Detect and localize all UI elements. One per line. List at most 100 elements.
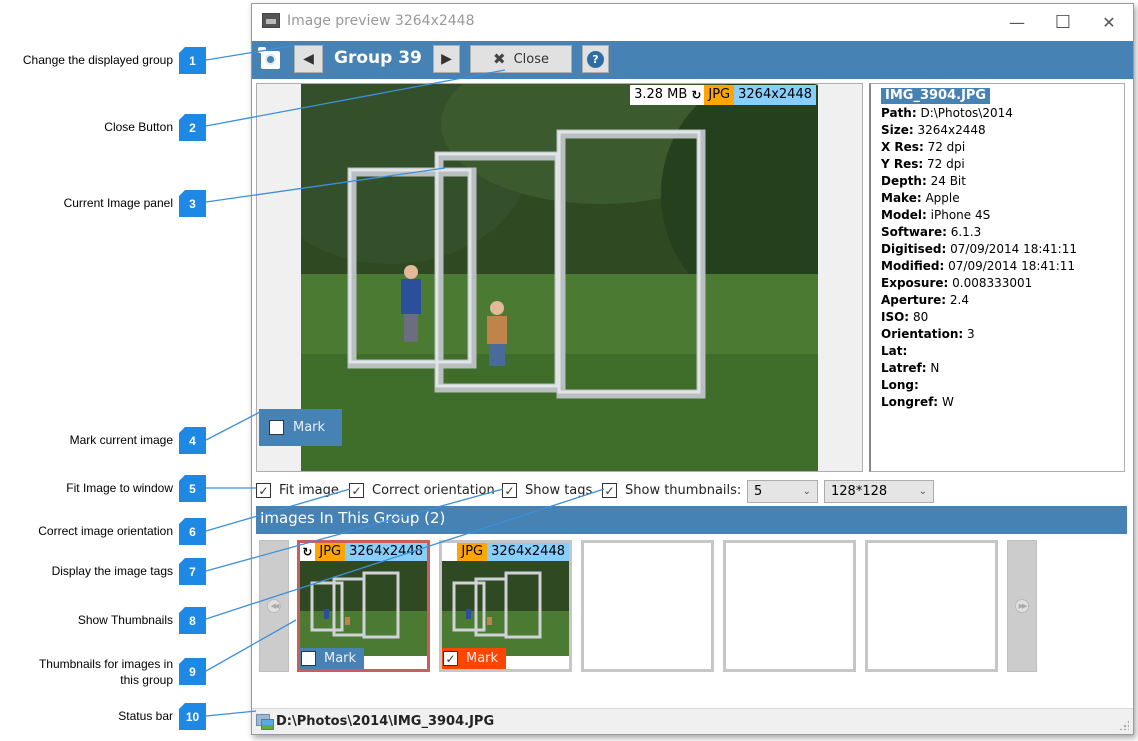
thumbnail-slot-empty (865, 540, 998, 672)
chevron-down-icon: ⌄ (802, 486, 811, 497)
info-value: Apple (925, 191, 960, 205)
thumbnail-photo (442, 561, 569, 656)
checkbox-unchecked[interactable] (269, 420, 284, 435)
info-key: Software: (881, 225, 947, 239)
info-row-yres: Y Res: 72 dpi (881, 156, 1114, 173)
thumbnail-size-select[interactable]: 128*128 ⌄ (824, 480, 934, 503)
callout-label: Current Image panel (63, 196, 173, 210)
callout-label: Close Button (104, 120, 173, 134)
previous-group-button[interactable]: ◀ (294, 45, 323, 73)
help-button[interactable]: ? (582, 45, 609, 73)
info-value: 3264x2448 (917, 123, 986, 137)
fit-image-checkbox[interactable]: ✓ Fit image (256, 483, 339, 498)
checkbox-checked[interactable]: ✓ (602, 483, 617, 498)
arrow-right-icon: ▶ (441, 51, 452, 67)
info-value: 72 dpi (927, 140, 966, 154)
thumbnail-mark-checkbox[interactable]: ✓ Mark (442, 648, 506, 669)
checkbox-checked[interactable]: ✓ (443, 651, 458, 666)
help-icon: ? (587, 50, 604, 68)
chevron-down-icon: ⌄ (918, 486, 927, 497)
thumbnail-mark-checkbox[interactable]: Mark (300, 648, 364, 669)
info-value: 0.008333001 (952, 276, 1033, 290)
thumbnail-slot-empty (723, 540, 856, 672)
leader-line-10 (205, 710, 257, 717)
show-tags-label: Show tags (525, 483, 593, 498)
thumbnail-photo (300, 561, 427, 656)
callout-badge: 5 (179, 475, 206, 502)
info-row-latref: Latref: N (881, 360, 1114, 377)
info-row-longref: Longref: W (881, 394, 1114, 411)
thumbnail-item[interactable]: ↻ JPG 3264x2448 Mark (297, 540, 430, 672)
mark-current-image-checkbox[interactable]: Mark (259, 409, 342, 446)
window-close-button[interactable]: ✕ (1086, 4, 1132, 41)
callout-badge: 6 (179, 518, 206, 545)
correct-orientation-label: Correct orientation (372, 483, 495, 498)
thumbnail-count-select[interactable]: 5 ⌄ (747, 480, 818, 503)
thumbnails-prev-button[interactable]: ◀◀ (259, 540, 289, 672)
info-key: Long: (881, 378, 919, 392)
thumbnail-image (442, 561, 569, 656)
show-tags-checkbox[interactable]: ✓ Show tags (502, 483, 592, 498)
info-row-depth: Depth: 24 Bit (881, 173, 1114, 190)
info-row-model: Model: iPhone 4S (881, 207, 1114, 224)
thumbnail-image (300, 561, 427, 656)
minimize-button[interactable]: — (994, 4, 1040, 41)
callout-badge: 10 (179, 703, 206, 730)
camera-icon (258, 47, 280, 69)
info-value: 3 (967, 327, 975, 341)
callout-badge: 2 (179, 114, 206, 141)
thumbnails-next-button[interactable]: ▶▶ (1007, 540, 1037, 672)
info-row-path: Path: D:\Photos\2014 (881, 105, 1114, 122)
thumbnail-item[interactable]: JPG 3264x2448 ✓ Mark (439, 540, 572, 672)
callout-badge: 1 (179, 47, 206, 74)
thumbnail-count-value: 5 (754, 484, 763, 499)
info-key: Aperture: (881, 293, 947, 307)
dimensions-tag: 3264x2448 (487, 543, 569, 561)
close-x-icon: ✖ (493, 50, 506, 68)
thumbnail-tags: ↻ JPG 3264x2448 (302, 543, 427, 561)
checkbox-checked[interactable]: ✓ (502, 483, 517, 498)
info-key: Path: (881, 106, 917, 120)
image-app-icon (262, 13, 280, 28)
info-key: Size: (881, 123, 914, 137)
close-button[interactable]: ✖ Close (470, 45, 572, 73)
mark-label: Mark (293, 420, 326, 435)
checkbox-unchecked[interactable] (301, 651, 316, 666)
dimensions-tag: 3264x2448 (734, 85, 816, 105)
correct-orientation-checkbox[interactable]: ✓ Correct orientation (349, 483, 495, 498)
info-row-make: Make: Apple (881, 190, 1114, 207)
thumbnail-tags: JPG 3264x2448 (457, 543, 569, 561)
maximize-button[interactable]: ☐ (1040, 4, 1086, 41)
info-key: Latref: (881, 361, 927, 375)
next-group-button[interactable]: ▶ (433, 45, 460, 73)
format-tag: JPG (457, 543, 488, 561)
callout-label: Show Thumbnails (77, 613, 173, 627)
file-size-tag: 3.28 MB (630, 85, 692, 105)
close-button-label: Close (513, 51, 549, 67)
show-thumbnails-checkbox[interactable]: ✓ Show thumbnails: (602, 483, 741, 498)
info-value: 07/09/2014 18:41:11 (948, 259, 1076, 273)
callout-badge: 8 (179, 607, 206, 634)
info-row-aperture: Aperture: 2.4 (881, 292, 1114, 309)
rotate-icon: ↻ (302, 543, 316, 561)
show-thumbnails-label: Show thumbnails: (625, 483, 742, 498)
resize-grip[interactable] (1119, 720, 1129, 730)
info-key: Exposure: (881, 276, 949, 290)
info-key: Depth: (881, 174, 927, 188)
current-image: 3.28 MB ↻ JPG 3264x2448 (301, 84, 818, 471)
info-value: 6.1.3 (950, 225, 982, 239)
info-value: 24 Bit (930, 174, 966, 188)
callout-label: Correct image orientation (38, 524, 173, 538)
info-key: Orientation: (881, 327, 964, 341)
current-image-panel: 3.28 MB ↻ JPG 3264x2448 Mark (256, 83, 863, 472)
callout-label: Change the displayed group (22, 53, 173, 67)
info-value: iPhone 4S (930, 208, 991, 222)
callout-label: Thumbnails for images in this group (38, 657, 173, 687)
rotate-icon: ↻ (691, 85, 705, 105)
info-key: Lat: (881, 344, 908, 358)
checkbox-checked[interactable]: ✓ (256, 483, 271, 498)
checkbox-checked[interactable]: ✓ (349, 483, 364, 498)
status-path: D:\Photos\2014\IMG_3904.JPG (276, 714, 495, 729)
callout-label: Status bar (118, 709, 173, 723)
info-row-modified: Modified: 07/09/2014 18:41:11 (881, 258, 1114, 275)
